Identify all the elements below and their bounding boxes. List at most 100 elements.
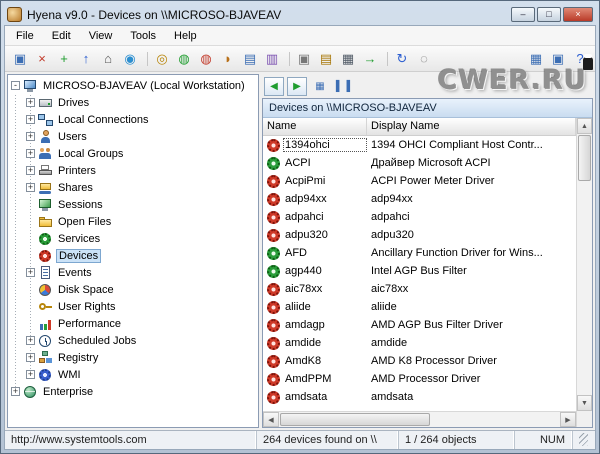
horizontal-scroll-thumb[interactable]	[280, 413, 430, 426]
menu-item[interactable]: Tools	[121, 27, 165, 45]
export-icon[interactable]: →	[360, 49, 380, 69]
tree-item[interactable]: Services	[8, 230, 258, 247]
expand-box-icon[interactable]	[26, 132, 35, 141]
expand-box-icon[interactable]	[26, 98, 35, 107]
print-icon[interactable]: ▦	[338, 49, 358, 69]
tree-item[interactable]: Local Connections	[8, 111, 258, 128]
users-icon[interactable]: ◗	[218, 49, 238, 69]
home-icon[interactable]: ⌂	[98, 49, 118, 69]
tree-item[interactable]: Events	[8, 264, 258, 281]
up-level-icon[interactable]: ↑	[76, 49, 96, 69]
device-row[interactable]: AFD Ancillary Function Driver for Wins..…	[263, 244, 576, 262]
close-button[interactable]: ×	[563, 7, 593, 22]
vertical-scroll-thumb[interactable]	[578, 135, 591, 181]
expand-box-icon[interactable]	[26, 353, 35, 362]
tree-panel: MICROSO-BJAVEAV (Local Workstation) Driv…	[7, 74, 259, 428]
maximize-button[interactable]: □	[537, 7, 561, 22]
tree-item[interactable]: Registry	[8, 349, 258, 366]
tree-item[interactable]: Performance	[8, 315, 258, 332]
tree-item[interactable]: Local Groups	[8, 145, 258, 162]
device-display-name: Драйвер Microsoft ACPI	[367, 157, 576, 169]
tree-item[interactable]: Sessions	[8, 196, 258, 213]
collapse-box-icon[interactable]	[11, 81, 20, 90]
watermark: CWER.RU	[438, 65, 587, 96]
events-icon[interactable]: ▥	[262, 49, 282, 69]
tree-item[interactable]: Devices	[8, 247, 258, 264]
settings-icon[interactable]: ◌	[414, 49, 434, 69]
tree-item-enterprise[interactable]: Enterprise	[8, 383, 258, 400]
tree-item[interactable]: Scheduled Jobs	[8, 332, 258, 349]
tree-item[interactable]: WMI	[8, 366, 258, 383]
title-bar: Hyena v9.0 - Devices on \\MICROSO-BJAVEA…	[4, 4, 596, 25]
vertical-scroll-track[interactable]	[577, 134, 592, 395]
device-row[interactable]: AmdPPM AMD Processor Driver	[263, 370, 576, 388]
devices-icon[interactable]: ◍	[196, 49, 216, 69]
delete-icon[interactable]: ×	[32, 49, 52, 69]
tree-item[interactable]: Open Files	[8, 213, 258, 230]
scroll-down-icon[interactable]: ▼	[577, 395, 592, 411]
tree-item-icon	[38, 351, 53, 365]
device-status-gear-icon	[263, 319, 283, 332]
scroll-left-icon[interactable]: ◀	[263, 412, 279, 427]
scroll-right-icon[interactable]: ▶	[560, 412, 576, 427]
device-name: adpu320	[283, 228, 367, 242]
services-icon[interactable]: ◍	[174, 49, 194, 69]
horizontal-scroll-track[interactable]	[279, 412, 560, 427]
expand-box-icon[interactable]	[26, 115, 35, 124]
add-object-icon[interactable]: +	[54, 49, 74, 69]
vertical-scrollbar[interactable]: ▲ ▼	[576, 118, 592, 427]
device-row[interactable]: amdide amdide	[263, 334, 576, 352]
device-row[interactable]: amdsata amdsata	[263, 388, 576, 406]
minimize-button[interactable]: –	[511, 7, 535, 22]
refresh-icon[interactable]: ↻	[392, 49, 412, 69]
device-row[interactable]: AmdK8 AMD K8 Processor Driver	[263, 352, 576, 370]
forward-icon[interactable]: ▶	[287, 77, 307, 96]
resize-grip[interactable]	[579, 433, 588, 446]
expand-box-icon[interactable]	[26, 166, 35, 175]
tree-item-root[interactable]: MICROSO-BJAVEAV (Local Workstation)	[8, 77, 258, 94]
device-row[interactable]: adp94xx adp94xx	[263, 190, 576, 208]
device-row[interactable]: adpahci adpahci	[263, 208, 576, 226]
tree-item-icon	[38, 147, 53, 161]
paste-icon[interactable]: ▤	[316, 49, 336, 69]
tree-item[interactable]: Users	[8, 128, 258, 145]
column-header-display-name[interactable]: Display Name	[367, 118, 576, 135]
expand-box-icon[interactable]	[26, 268, 35, 277]
menu-item[interactable]: Help	[165, 27, 206, 45]
expand-box-icon[interactable]	[26, 183, 35, 192]
device-row[interactable]: amdagp AMD AGP Bus Filter Driver	[263, 316, 576, 334]
scroll-up-icon[interactable]: ▲	[577, 118, 592, 134]
find-icon[interactable]: ◎	[152, 49, 172, 69]
tree-item[interactable]: Printers	[8, 162, 258, 179]
device-row[interactable]: 1394ohci 1394 OHCI Compliant Host Contr.…	[263, 136, 576, 154]
shares-icon[interactable]: ▤	[240, 49, 260, 69]
column-header-name[interactable]: Name	[263, 118, 367, 135]
device-row[interactable]: aic78xx aic78xx	[263, 280, 576, 298]
manage-computer-icon[interactable]: ▣	[10, 49, 30, 69]
expand-box-icon[interactable]	[11, 387, 20, 396]
menu-item[interactable]: View	[80, 27, 122, 45]
device-row[interactable]: AcpiPmi ACPI Power Meter Driver	[263, 172, 576, 190]
tree-item[interactable]: User Rights	[8, 298, 258, 315]
tree-item[interactable]: Disk Space	[8, 281, 258, 298]
device-row[interactable]: agp440 Intel AGP Bus Filter	[263, 262, 576, 280]
menu-item[interactable]: File	[7, 27, 43, 45]
web-icon[interactable]: ◉	[120, 49, 140, 69]
device-name: amdsata	[283, 390, 367, 404]
view-table-icon[interactable]: ▦	[310, 77, 330, 96]
device-row[interactable]: adpu320 adpu320	[263, 226, 576, 244]
expand-box-icon[interactable]	[26, 370, 35, 379]
tree-item[interactable]: Drives	[8, 94, 258, 111]
columns-icon[interactable]: ▌▐	[333, 77, 353, 96]
horizontal-scrollbar[interactable]: ◀ ▶	[263, 411, 576, 427]
expand-box-icon[interactable]	[26, 149, 35, 158]
expand-box-icon[interactable]	[26, 336, 35, 345]
device-row[interactable]: aliide aliide	[263, 298, 576, 316]
back-icon[interactable]: ◀	[264, 77, 284, 96]
tree-item[interactable]: Shares	[8, 179, 258, 196]
toolbar-left-group: ▣×+↑⌂◉◎◍◍◗▤▥▣▤▦→↻◌	[10, 49, 434, 69]
device-display-name: AMD AGP Bus Filter Driver	[367, 319, 576, 331]
menu-item[interactable]: Edit	[43, 27, 80, 45]
copy-icon[interactable]: ▣	[294, 49, 314, 69]
device-row[interactable]: ACPI Драйвер Microsoft ACPI	[263, 154, 576, 172]
